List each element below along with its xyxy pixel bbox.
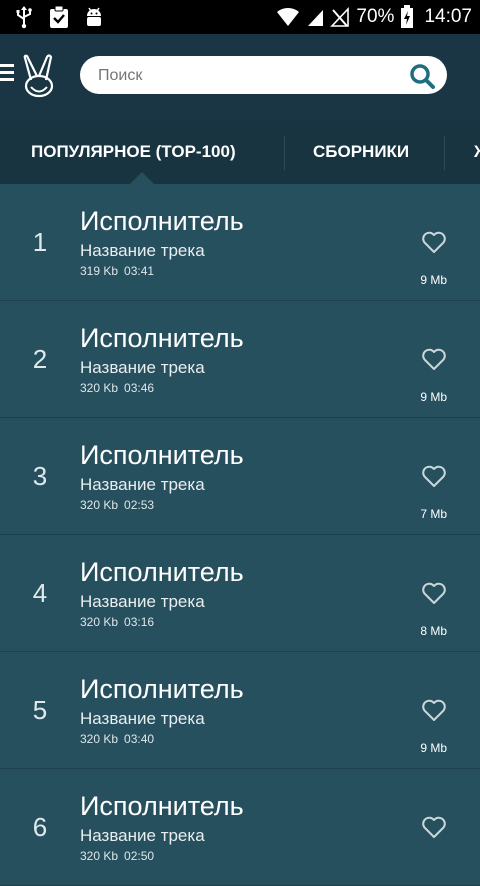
track-size: 9 Mb <box>420 741 447 755</box>
track-artist: Исполнитель <box>80 440 244 470</box>
notification-icons <box>14 5 104 29</box>
track-size: 9 Mb <box>420 273 447 287</box>
no-signal-icon <box>330 6 350 27</box>
track-meta: 320 Kb 03:16 <box>80 615 154 629</box>
track-row[interactable]: 6 Исполнитель Название трека 320 Kb 02:50 <box>0 769 480 886</box>
track-title: Название трека <box>80 592 205 611</box>
heart-icon[interactable] <box>421 815 447 839</box>
app-header <box>0 34 480 120</box>
tab-divider <box>444 136 445 170</box>
search-icon[interactable] <box>409 63 435 89</box>
track-title: Название трека <box>80 475 205 494</box>
heart-icon[interactable] <box>421 464 447 488</box>
track-title: Название трека <box>80 241 205 260</box>
menu-icon[interactable] <box>0 64 14 84</box>
track-rank: 2 <box>32 344 48 374</box>
status-bar: 70% 14:07 <box>0 0 480 34</box>
track-bitrate: 320 Kb <box>80 849 119 863</box>
track-artist: Исполнитель <box>80 323 244 353</box>
track-duration: 03:40 <box>124 732 155 746</box>
track-duration: 03:46 <box>124 381 155 395</box>
heart-icon[interactable] <box>421 347 447 371</box>
track-row[interactable]: 5 Исполнитель Название трека 320 Kb 03:40… <box>0 652 480 769</box>
track-meta: 319 Kb 03:41 <box>80 264 154 278</box>
track-rank: 5 <box>32 695 48 725</box>
search-bar[interactable] <box>80 56 447 96</box>
track-meta: 320 Kb 03:40 <box>80 732 154 746</box>
wifi-icon <box>277 7 300 26</box>
tab-divider <box>284 136 285 170</box>
battery-percent: 70% <box>356 6 395 27</box>
track-duration: 03:16 <box>124 615 155 629</box>
track-duration: 02:50 <box>124 849 155 863</box>
track-rank: 3 <box>32 461 48 491</box>
track-artist: Исполнитель <box>80 206 244 236</box>
system-icons: 70% 14:07 <box>276 0 472 34</box>
track-artist: Исполнитель <box>80 791 244 821</box>
track-list: 1 Исполнитель Название трека 319 Kb 03:41… <box>0 184 480 886</box>
battery-charging-icon <box>401 5 414 28</box>
bunny-logo-icon[interactable] <box>22 54 56 98</box>
track-row[interactable]: 4 Исполнитель Название трека 320 Kb 03:16… <box>0 535 480 652</box>
track-meta: 320 Kb 03:46 <box>80 381 154 395</box>
heart-icon[interactable] <box>421 698 447 722</box>
tab-collections[interactable]: СБОРНИКИ <box>313 120 409 184</box>
track-duration: 03:41 <box>124 264 155 278</box>
track-rank: 1 <box>32 227 48 257</box>
heart-icon[interactable] <box>421 230 447 254</box>
track-bitrate: 320 Kb <box>80 615 119 629</box>
heart-icon[interactable] <box>421 581 447 605</box>
track-title: Название трека <box>80 709 205 728</box>
usb-icon <box>16 6 32 29</box>
track-rank: 4 <box>32 578 48 608</box>
clipboard-check-icon <box>50 5 68 28</box>
search-input[interactable] <box>96 56 400 96</box>
track-meta: 320 Kb 02:50 <box>80 849 154 863</box>
track-duration: 02:53 <box>124 498 155 512</box>
track-bitrate: 320 Kb <box>80 732 119 746</box>
signal-icon <box>308 10 324 26</box>
track-bitrate: 319 Kb <box>80 264 119 278</box>
track-size: 8 Mb <box>420 624 447 638</box>
tab-selected-indicator <box>130 172 154 184</box>
track-meta: 320 Kb 02:53 <box>80 498 154 512</box>
tab-genres[interactable]: Ж <box>474 120 480 184</box>
track-title: Название трека <box>80 358 205 377</box>
track-artist: Исполнитель <box>80 674 244 704</box>
clock: 14:07 <box>424 6 472 27</box>
track-row[interactable]: 2 Исполнитель Название трека 320 Kb 03:46… <box>0 301 480 418</box>
track-row[interactable]: 1 Исполнитель Название трека 319 Kb 03:41… <box>0 184 480 301</box>
track-size: 9 Mb <box>420 390 447 404</box>
track-size: 7 Mb <box>420 507 447 521</box>
track-bitrate: 320 Kb <box>80 381 119 395</box>
track-artist: Исполнитель <box>80 557 244 587</box>
category-tabs: ПОПУЛЯРНОЕ (TOP-100) СБОРНИКИ Ж <box>0 120 480 184</box>
track-bitrate: 320 Kb <box>80 498 119 512</box>
track-title: Название трека <box>80 826 205 845</box>
track-row[interactable]: 3 Исполнитель Название трека 320 Kb 02:53… <box>0 418 480 535</box>
android-icon <box>87 7 101 26</box>
track-rank: 6 <box>32 812 48 842</box>
